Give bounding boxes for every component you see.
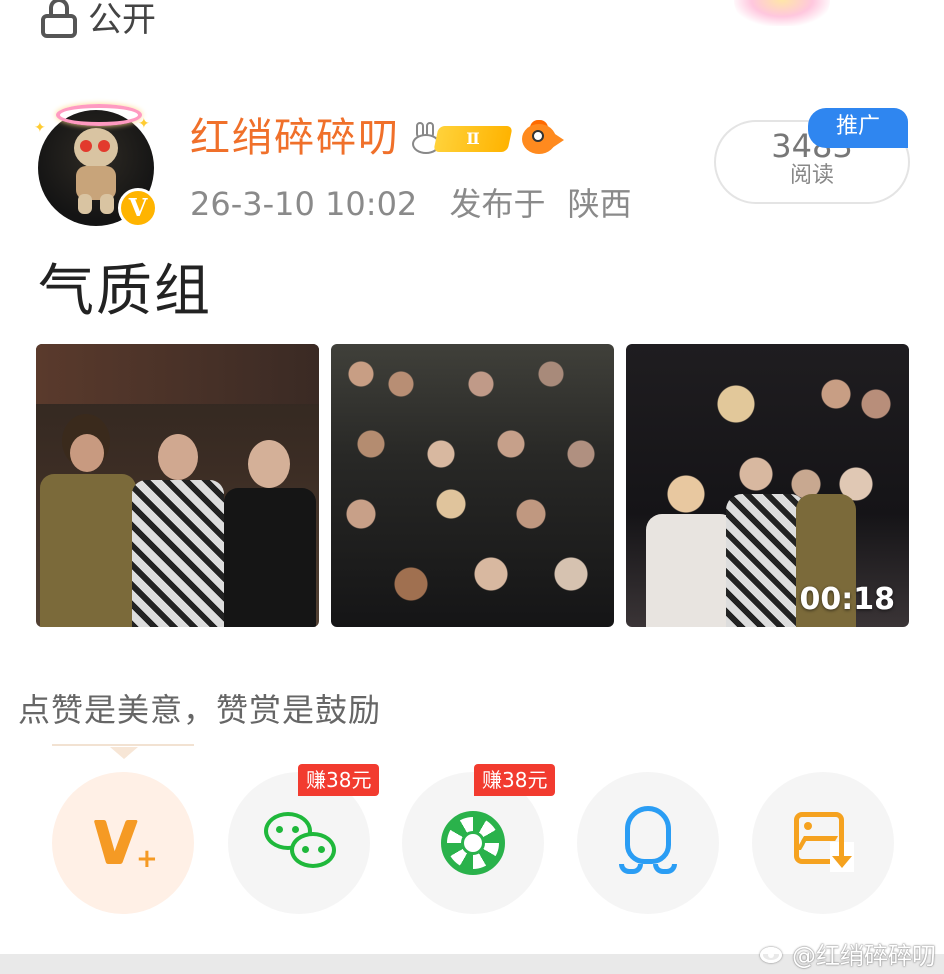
sparkle-icon: ✦ bbox=[138, 116, 150, 132]
sparkle-icon: ✦ bbox=[34, 120, 46, 136]
watermark: @红绡碎碎叨 bbox=[760, 936, 936, 971]
read-label: 阅读 bbox=[789, 162, 834, 188]
visibility-label: 公开 bbox=[88, 0, 156, 40]
earn-badge: 赚38元 bbox=[298, 764, 380, 796]
share-row: + 赚38元 赚38元 bbox=[52, 764, 902, 918]
weibo-logo-icon bbox=[760, 943, 786, 965]
post-header: ✦ ✦ V 红绡碎碎叨 Ⅱ 26-3-10 10:02 发布于 陕西 3483 … bbox=[34, 96, 918, 236]
avatar-figure bbox=[68, 128, 124, 214]
earn-badge: 赚38元 bbox=[474, 764, 556, 796]
rank-badge-icon[interactable]: Ⅱ bbox=[410, 120, 513, 156]
save-image-icon bbox=[794, 812, 854, 874]
lock-icon bbox=[40, 0, 78, 38]
post-date: 26-3-10 10:02 bbox=[190, 185, 418, 223]
post-title: 气质组 bbox=[38, 259, 212, 324]
gallery-video[interactable]: 00:18 bbox=[626, 344, 909, 627]
post-location: 陕西 bbox=[567, 185, 632, 223]
author-name[interactable]: 红绡碎碎叨 bbox=[190, 118, 400, 158]
image-gallery: 00:18 bbox=[36, 344, 909, 627]
gallery-image-2[interactable] bbox=[331, 344, 614, 627]
author-row: 红绡碎碎叨 Ⅱ bbox=[190, 118, 564, 158]
wechat-icon bbox=[264, 812, 338, 872]
qq-icon bbox=[617, 806, 679, 880]
avatar[interactable]: ✦ ✦ V bbox=[34, 104, 158, 228]
gallery-image-1[interactable] bbox=[36, 344, 319, 627]
save-image-button[interactable] bbox=[752, 772, 894, 914]
verified-v-badge-icon: V bbox=[118, 188, 158, 228]
share-qq-button[interactable] bbox=[577, 772, 719, 914]
watermark-text: @红绡碎碎叨 bbox=[792, 942, 936, 970]
pointer-caret-icon bbox=[110, 747, 138, 759]
video-duration: 00:18 bbox=[799, 582, 896, 617]
rank-badge-label: Ⅱ bbox=[466, 129, 480, 148]
promote-badge[interactable]: 推广 bbox=[808, 108, 908, 148]
reward-prompt: 点赞是美意，赞赏是鼓励 bbox=[18, 691, 382, 729]
halo-decoration-icon bbox=[56, 104, 142, 126]
post-meta: 26-3-10 10:02 发布于 陕西 bbox=[190, 188, 632, 220]
location-prefix: 发布于 bbox=[449, 185, 546, 223]
fish-badge-icon[interactable] bbox=[520, 120, 564, 156]
weibo-v-plus-icon: + bbox=[93, 818, 158, 872]
wechat-moments-icon bbox=[441, 811, 505, 875]
reward-v-plus-button[interactable]: + bbox=[52, 772, 194, 914]
decoration-icon bbox=[734, 0, 830, 26]
visibility-row: 公开 bbox=[40, 0, 156, 40]
divider bbox=[52, 744, 194, 746]
